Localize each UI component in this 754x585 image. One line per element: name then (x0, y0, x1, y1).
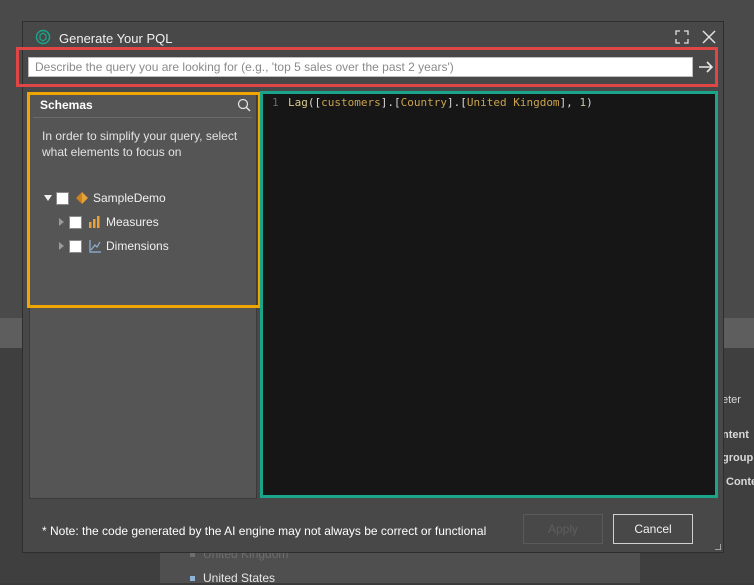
tree-node-sampledemo[interactable]: SampleDemo (44, 190, 166, 206)
search-icon[interactable] (237, 98, 251, 112)
code-identifier: United Kingdom (466, 96, 560, 109)
chevron-right-icon[interactable] (57, 217, 65, 227)
disclaimer-note: * Note: the code generated by the AI eng… (42, 524, 487, 538)
background-right-item: group (722, 452, 754, 464)
tree-node-label: Measures (106, 215, 159, 229)
background-right-item: eter (722, 394, 741, 406)
dialog-title: Generate Your PQL (59, 31, 173, 46)
close-icon[interactable] (700, 28, 718, 46)
tree-node-measures[interactable]: Measures (57, 214, 159, 230)
tree-node-label: SampleDemo (93, 191, 166, 205)
code-identifier: Country (400, 96, 447, 109)
submit-arrow-icon[interactable] (697, 58, 715, 76)
query-description-input[interactable] (28, 57, 693, 77)
tree-checkbox[interactable] (69, 239, 82, 253)
tree-checkbox[interactable] (69, 215, 82, 229)
ai-logo-icon (35, 29, 51, 45)
tree-node-label: Dimensions (106, 239, 169, 253)
line-number: 1 (272, 96, 279, 109)
schemas-hint-text: In order to simplify your query, select … (42, 129, 238, 159)
schemas-section: Schemas In order to simplify your query,… (27, 92, 261, 308)
apply-button[interactable]: Apply (523, 514, 603, 544)
divider (33, 117, 252, 118)
background-right-item: ntent (722, 429, 749, 441)
tree-checkbox[interactable] (56, 191, 69, 205)
cube-icon (76, 192, 88, 204)
tree-node-dimensions[interactable]: Dimensions (57, 238, 169, 254)
pql-code-editor[interactable]: 1 Lag([customers].[Country].[United King… (260, 91, 718, 498)
code-function: Lag (288, 96, 308, 109)
chevron-right-icon[interactable] (57, 241, 65, 251)
schemas-heading: Schemas (40, 98, 93, 112)
generate-pql-dialog: Generate Your PQL Schemas In order to si… (16, 21, 724, 553)
code-line[interactable]: Lag([customers].[Country].[United Kingdo… (288, 96, 593, 109)
background-right-item: Conte (726, 476, 754, 488)
hierarchy-icon (89, 240, 101, 253)
resize-grip-icon[interactable] (713, 542, 721, 550)
fullscreen-icon[interactable] (673, 28, 691, 46)
code-identifier: customers (321, 96, 381, 109)
cancel-button[interactable]: Cancel (613, 514, 693, 544)
bar-chart-icon (89, 216, 100, 228)
chevron-down-icon[interactable] (44, 193, 52, 203)
